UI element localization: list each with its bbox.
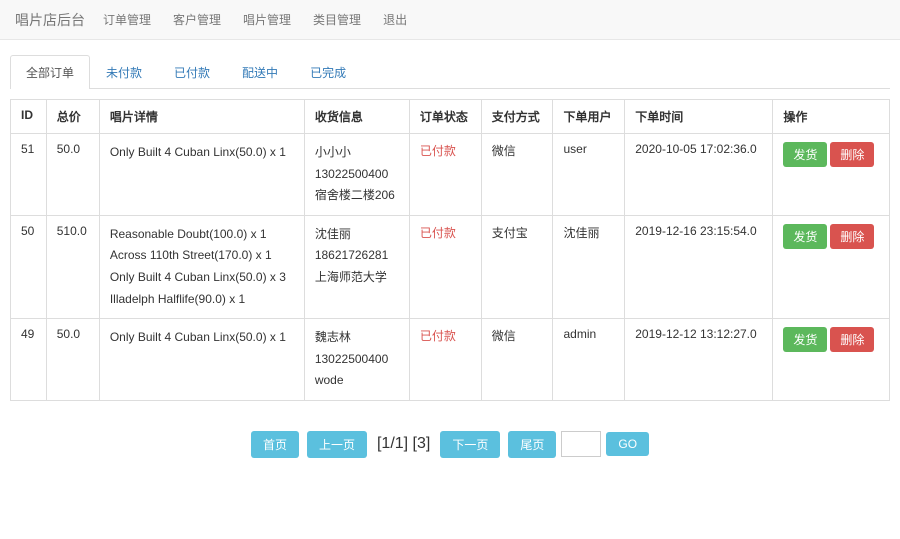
page-prev-button[interactable]: 上一页	[307, 431, 367, 458]
cell-id: 50	[11, 215, 47, 318]
cell-id: 49	[11, 319, 47, 401]
cell-user: 沈佳丽	[553, 215, 625, 318]
table-header-row: ID 总价 唱片详情 收货信息 订单状态 支付方式 下单用户 下单时间 操作	[11, 100, 890, 134]
navbar: 唱片店后台 订单管理 客户管理 唱片管理 类目管理 退出	[0, 0, 900, 40]
cell-total: 50.0	[46, 319, 99, 401]
page-go-button[interactable]: GO	[606, 432, 649, 456]
cell-status: 已付款	[409, 215, 481, 318]
ship-button[interactable]: 发货	[783, 327, 827, 352]
th-details: 唱片详情	[99, 100, 304, 134]
ship-button[interactable]: 发货	[783, 142, 827, 167]
detail-line: Across 110th Street(170.0) x 1	[110, 245, 294, 267]
cell-user: admin	[553, 319, 625, 401]
cell-time: 2019-12-12 13:12:27.0	[625, 319, 773, 401]
cell-actions: 发货删除	[773, 134, 890, 216]
ship-button[interactable]: 发货	[783, 224, 827, 249]
status-badge: 已付款	[420, 144, 456, 158]
shipping-line: 18621726281	[315, 245, 399, 267]
shipping-line: 13022500400	[315, 164, 399, 186]
table-row: 50510.0Reasonable Doubt(100.0) x 1Across…	[11, 215, 890, 318]
detail-line: Only Built 4 Cuban Linx(50.0) x 1	[110, 142, 294, 164]
nav-categories[interactable]: 类目管理	[313, 11, 361, 28]
page-first-button[interactable]: 首页	[251, 431, 299, 458]
page-number-input[interactable]	[561, 431, 601, 457]
th-payment: 支付方式	[481, 100, 553, 134]
cell-details: Only Built 4 Cuban Linx(50.0) x 1	[99, 134, 304, 216]
delete-button[interactable]: 删除	[830, 224, 874, 249]
th-total: 总价	[46, 100, 99, 134]
shipping-line: 宿舍楼二楼206	[315, 185, 399, 207]
cell-payment: 微信	[481, 319, 553, 401]
status-badge: 已付款	[420, 329, 456, 343]
cell-id: 51	[11, 134, 47, 216]
th-status: 订单状态	[409, 100, 481, 134]
cell-details: Reasonable Doubt(100.0) x 1Across 110th …	[99, 215, 304, 318]
cell-payment: 微信	[481, 134, 553, 216]
tab-completed[interactable]: 已完成	[294, 55, 362, 89]
page-last-button[interactable]: 尾页	[508, 431, 556, 458]
cell-details: Only Built 4 Cuban Linx(50.0) x 1	[99, 319, 304, 401]
cell-payment: 支付宝	[481, 215, 553, 318]
shipping-line: 沈佳丽	[315, 224, 399, 246]
shipping-line: 上海师范大学	[315, 267, 399, 289]
page-next-button[interactable]: 下一页	[440, 431, 500, 458]
orders-table-wrap: ID 总价 唱片详情 收货信息 订单状态 支付方式 下单用户 下单时间 操作 5…	[10, 99, 890, 401]
cell-actions: 发货删除	[773, 319, 890, 401]
th-id: ID	[11, 100, 47, 134]
cell-total: 510.0	[46, 215, 99, 318]
detail-line: Only Built 4 Cuban Linx(50.0) x 1	[110, 327, 294, 349]
cell-shipping: 小小小13022500400宿舍楼二楼206	[304, 134, 409, 216]
shipping-line: wode	[315, 370, 399, 392]
cell-status: 已付款	[409, 319, 481, 401]
detail-line: Illadelph Halflife(90.0) x 1	[110, 289, 294, 311]
cell-status: 已付款	[409, 134, 481, 216]
nav-orders[interactable]: 订单管理	[103, 11, 151, 28]
cell-total: 50.0	[46, 134, 99, 216]
status-badge: 已付款	[420, 226, 456, 240]
tab-all-orders[interactable]: 全部订单	[10, 55, 90, 89]
detail-line: Reasonable Doubt(100.0) x 1	[110, 224, 294, 246]
shipping-line: 13022500400	[315, 349, 399, 371]
detail-line: Only Built 4 Cuban Linx(50.0) x 3	[110, 267, 294, 289]
table-row: 5150.0 Only Built 4 Cuban Linx(50.0) x 1 小…	[11, 134, 890, 216]
cell-shipping: 沈佳丽18621726281上海师范大学	[304, 215, 409, 318]
nav-records[interactable]: 唱片管理	[243, 11, 291, 28]
orders-table: ID 总价 唱片详情 收货信息 订单状态 支付方式 下单用户 下单时间 操作 5…	[10, 99, 890, 401]
cell-shipping: 魏志林13022500400wode	[304, 319, 409, 401]
tabs: 全部订单 未付款 已付款 配送中 已完成	[10, 55, 890, 89]
cell-actions: 发货删除	[773, 215, 890, 318]
cell-user: user	[553, 134, 625, 216]
pagination: 首页 上一页 [1/1] [3] 下一页 尾页 GO	[0, 431, 900, 458]
page-info: [1/1] [3]	[377, 435, 430, 453]
tab-shipping[interactable]: 配送中	[226, 55, 294, 89]
th-time: 下单时间	[625, 100, 773, 134]
delete-button[interactable]: 删除	[830, 327, 874, 352]
shipping-line: 小小小	[315, 142, 399, 164]
tab-unpaid[interactable]: 未付款	[90, 55, 158, 89]
delete-button[interactable]: 删除	[830, 142, 874, 167]
shipping-line: 魏志林	[315, 327, 399, 349]
nav-logout[interactable]: 退出	[383, 11, 407, 28]
table-row: 4950.0 Only Built 4 Cuban Linx(50.0) x 1 魏…	[11, 319, 890, 401]
cell-time: 2020-10-05 17:02:36.0	[625, 134, 773, 216]
tab-paid[interactable]: 已付款	[158, 55, 226, 89]
cell-time: 2019-12-16 23:15:54.0	[625, 215, 773, 318]
nav-customers[interactable]: 客户管理	[173, 11, 221, 28]
th-actions: 操作	[773, 100, 890, 134]
th-shipping: 收货信息	[304, 100, 409, 134]
th-user: 下单用户	[553, 100, 625, 134]
navbar-brand: 唱片店后台	[15, 10, 85, 30]
